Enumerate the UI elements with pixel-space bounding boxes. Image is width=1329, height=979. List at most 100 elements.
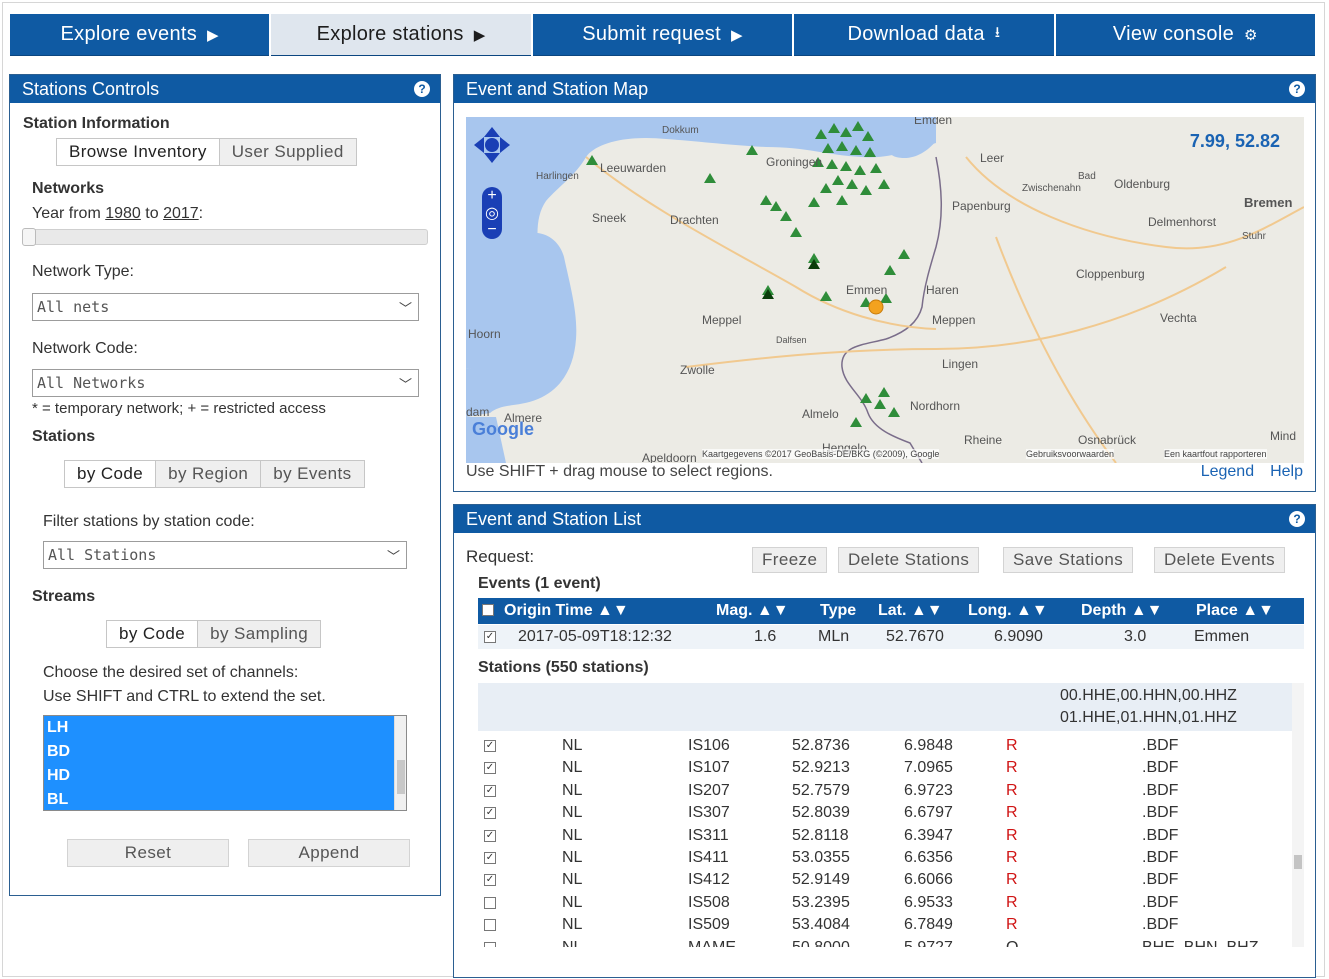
station-lon: 6.6797 [904, 804, 953, 822]
station-net: NL [562, 849, 583, 866]
station-map[interactable]: + ◎ − 7.99, 52.82 Emden Dokkum Leeuwarde… [466, 117, 1304, 463]
event-row[interactable]: ✓ 2017-05-09T18:12:32 1.6 MLn 52.7670 6.… [478, 625, 1304, 649]
station-streams: .BDF [1142, 849, 1179, 866]
station-checkbox[interactable]: ✓ [484, 740, 496, 752]
channel-listbox[interactable]: LH BD HD BL [43, 715, 407, 811]
by-events-button[interactable]: by Events [261, 461, 363, 487]
col-type[interactable]: Type [820, 602, 856, 620]
col-long[interactable]: Long. ▲▼ [968, 602, 1048, 620]
station-checkbox[interactable]: ✓ [484, 829, 496, 842]
help-icon[interactable]: ? [414, 81, 430, 97]
station-row[interactable]: ✓ NL IS307 52.8039 6.6797 R .BDF [478, 802, 1292, 824]
append-button[interactable]: Append [248, 839, 410, 867]
tab-view-console[interactable]: View console ⚙ [1055, 14, 1316, 56]
place-label: Stuhr [1242, 231, 1266, 242]
browse-inventory-button[interactable]: Browse Inventory [57, 139, 220, 165]
place-label: Hoorn [468, 327, 501, 341]
station-filter-value: All Stations [48, 546, 157, 564]
legend-link[interactable]: Legend [1201, 463, 1254, 481]
chevron-down-icon: ﹀ [398, 378, 412, 393]
col-place[interactable]: Place ▲▼ [1196, 602, 1274, 620]
station-checkbox[interactable] [484, 941, 496, 947]
col-depth[interactable]: Depth ▲▼ [1081, 602, 1162, 620]
station-row[interactable]: ✓ NL IS411 53.0355 6.6356 R .BDF [478, 847, 1292, 869]
place-label: Zwischenahn [1022, 183, 1081, 194]
stations-list-heading: Stations (550 stations) [478, 659, 649, 676]
station-streams: .BDF [1142, 871, 1179, 889]
year-range-slider[interactable] [22, 228, 428, 246]
channel-option[interactable]: LH [44, 716, 406, 740]
select-all-checkbox[interactable] [482, 604, 494, 616]
place-label: Osnabrück [1078, 433, 1137, 447]
scrollbar[interactable] [394, 716, 406, 810]
station-checkbox[interactable]: ✓ [484, 784, 496, 797]
stream-by-sampling-button[interactable]: by Sampling [198, 621, 320, 647]
panel-header: Stations Controls ? [10, 75, 440, 103]
reset-button[interactable]: Reset [67, 839, 229, 867]
network-code-select[interactable]: All Networks ﹀ [32, 369, 419, 397]
station-flag: R [1006, 781, 1018, 799]
delete-events-button[interactable]: Delete Events [1154, 547, 1286, 573]
station-row[interactable]: ✓ NL IS107 52.9213 7.0965 R .BDF [478, 757, 1292, 779]
station-row[interactable]: NL MAME 50.8000 5.9727 O BHE, BHN, BHZ [478, 937, 1292, 947]
tab-explore-events[interactable]: Explore events ▶ [10, 14, 270, 56]
tab-download-data[interactable]: Download data ⭳ [794, 14, 1054, 56]
report-map-error-link[interactable]: Een kaartfout rapporteren [1164, 449, 1267, 459]
slider-handle[interactable] [22, 228, 36, 246]
station-row[interactable]: NL IS508 53.2395 6.9533 R .BDF [478, 892, 1292, 914]
help-icon[interactable]: ? [1289, 511, 1305, 527]
station-code: IS311 [688, 826, 729, 844]
delete-stations-button[interactable]: Delete Stations [838, 547, 980, 573]
station-info-heading: Station Information [23, 115, 170, 132]
station-code-filter[interactable]: All Stations ﹀ [43, 541, 407, 569]
by-region-button[interactable]: by Region [156, 461, 262, 487]
station-streams: .BDF [1142, 804, 1179, 822]
stations-scrollbar[interactable] [1292, 683, 1304, 947]
save-stations-button[interactable]: Save Stations [1003, 547, 1134, 573]
tab-submit-request[interactable]: Submit request ▶ [532, 14, 793, 56]
station-checkbox[interactable]: ✓ [484, 807, 496, 820]
col-mag[interactable]: Mag. ▲▼ [716, 602, 789, 620]
scrollbar-thumb[interactable] [1294, 855, 1302, 869]
tab-label: View console [1112, 23, 1234, 45]
station-checkbox[interactable]: ✓ [484, 874, 496, 887]
help-icon[interactable]: ? [1289, 81, 1305, 97]
channel-option[interactable]: BD [44, 740, 406, 764]
station-checkbox[interactable]: ✓ [484, 852, 496, 864]
station-checkbox[interactable] [484, 896, 496, 909]
tab-explore-stations[interactable]: Explore stations ▶ [271, 14, 531, 56]
network-code-value: All Networks [37, 374, 146, 392]
station-net: NL [562, 759, 583, 777]
network-code-label: Network Code: [32, 340, 138, 357]
station-lon: 6.9723 [904, 781, 953, 799]
shift-ctrl-hint: Use SHIFT and CTRL to extend the set. [43, 688, 326, 705]
help-link[interactable]: Help [1270, 463, 1303, 481]
scrollbar-thumb[interactable] [397, 760, 405, 794]
event-checkbox[interactable]: ✓ [484, 631, 496, 643]
station-checkbox[interactable] [484, 919, 496, 932]
station-row[interactable]: ✓ NL IS207 52.7579 6.9723 R .BDF [478, 780, 1292, 802]
station-row[interactable]: NL IS509 53.4084 6.7849 R .BDF [478, 914, 1292, 936]
filter-label: Filter stations by station code: [43, 513, 255, 530]
stream-by-code-button[interactable]: by Code [107, 621, 199, 647]
download-icon: ⭳ [994, 24, 1001, 41]
station-row[interactable]: ✓ NL IS412 52.9149 6.6066 R .BDF [478, 869, 1292, 891]
user-supplied-button[interactable]: User Supplied [220, 139, 356, 165]
station-row[interactable]: ✓ NL IS106 52.8736 6.9848 R .BDF [478, 735, 1292, 757]
station-filter-toggle: by Code by Region by Events [64, 460, 365, 488]
col-lat[interactable]: Lat. ▲▼ [878, 602, 943, 620]
terms-link[interactable]: Gebruiksvoorwaarden [1026, 449, 1115, 459]
place-label: Oldenburg [1114, 177, 1171, 191]
station-checkbox[interactable]: ✓ [484, 762, 496, 775]
channel-option[interactable]: BL [44, 788, 406, 810]
network-type-select[interactable]: All nets ﹀ [32, 293, 419, 321]
station-row[interactable]: ✓ NL IS311 52.8118 6.3947 R .BDF [478, 825, 1292, 847]
station-flag: R [1006, 826, 1018, 844]
freeze-button[interactable]: Freeze [752, 547, 828, 573]
event-lon: 6.9090 [994, 628, 1043, 645]
tab-label: Submit request [582, 23, 721, 45]
place-label: Bad [1078, 171, 1096, 182]
col-origin-time[interactable]: Origin Time ▲▼ [504, 602, 629, 620]
channel-option[interactable]: HD [44, 764, 406, 788]
by-code-button[interactable]: by Code [65, 461, 157, 487]
